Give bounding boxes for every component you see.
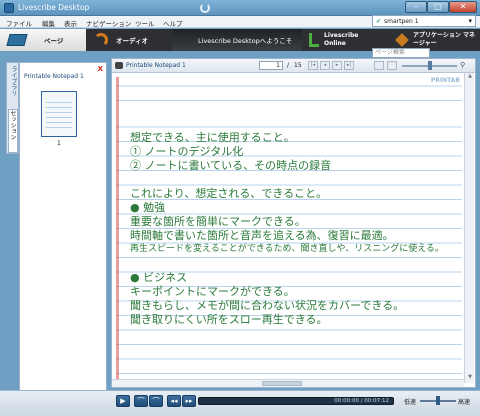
tab-online-label: Livescribe Online [324,32,359,47]
thumbnail-page-number: 1 [57,140,61,147]
horizontal-scrollbar[interactable] [112,379,464,387]
tab-session[interactable]: セッション [8,109,18,153]
fast-forward-button[interactable]: ▸▸ [182,395,196,407]
menu-help[interactable]: ヘルプ [163,18,183,28]
menu-tools[interactable]: ツール [135,18,155,28]
audio-timeline[interactable]: 00:00:00 / 00:07:12 [198,397,394,405]
tab-pages-label: ページ [44,37,64,45]
playback-speed-handle[interactable] [436,396,440,405]
title-bar: Livescribe Desktop – □ ✕ [0,0,480,16]
jump-forward-button[interactable]: ⌒ [149,395,163,407]
tab-welcome-label: Livescribe Desktopへようこそ [198,37,293,45]
notebook-page[interactable]: PRINTAB 想定できる、主に使用すること。 ① ノートのデジタル化 ② ノー… [116,77,462,379]
app-icon [4,3,14,13]
maximize-button[interactable]: □ [427,1,449,13]
page-total: 15 [294,62,302,69]
first-page-button[interactable]: |◂ [308,61,318,70]
note-line: 再生スピードを変えることができるため、聞き直しや、リスニングに使える。 [130,244,444,254]
scroll-up-icon[interactable]: ▲ [465,73,475,82]
next-page-button[interactable]: ▸ [332,61,342,70]
menu-edit[interactable]: 編集 [42,18,55,28]
viewer-notebook-name: Printable Notepad 1 [126,62,186,69]
page-viewer: Printable Notepad 1 1 / 15 |◂ ◂ ▸ ▸| ページ… [111,48,476,388]
vertical-scrollbar[interactable]: ▲ ▼ [464,73,474,383]
loading-spinner-icon [200,3,210,13]
tab-pages[interactable]: ページ [0,29,86,51]
search-input[interactable]: ページ検索 [372,48,430,58]
menu-navigation[interactable]: ナビゲーション [86,18,131,28]
tab-welcome[interactable]: Livescribe Desktopへようこそ [172,29,302,51]
page-brand: PRINTAB [430,77,460,84]
audio-time: 00:00:00 / 00:07:12 [334,398,389,404]
play-button[interactable]: ▶ [116,395,130,407]
page-thumbnail-panel: X Printable Notepad 1 1 [19,62,107,406]
notebook-icon [6,34,28,46]
side-tabs: ライブラリ セッション [6,62,19,154]
zoom-in-icon[interactable]: ⚲ [460,61,465,69]
audio-icon [94,33,108,47]
audio-playback-bar: ▶ ⌒ ⌒ ◂◂ ▸▸ 00:00:00 / 00:07:12 低速 高速 [0,390,480,416]
notebook-title: Printable Notepad 1 [24,73,84,80]
rewind-button[interactable]: ◂◂ [167,395,181,407]
scroll-down-icon[interactable]: ▼ [465,374,475,383]
jump-back-button[interactable]: ⌒ [134,395,148,407]
smartpen-select-value: smartpen 1 [384,18,419,25]
app-manager-icon [395,33,409,47]
zoom-out-button[interactable] [387,61,397,70]
note-line: ② ノートに書いている、その時点の録音 [130,159,332,172]
tab-audio[interactable]: オーディオ [86,29,172,51]
menu-file[interactable]: ファイル [6,18,32,28]
check-icon: ✔ [376,18,382,25]
speed-fast-label: 高速 [458,399,471,406]
page-margin-line [116,77,119,379]
tab-library[interactable]: ライブラリ [8,66,18,106]
note-line: 聞き取りにくい所をスロー再生できる。 [130,313,328,326]
last-page-button[interactable]: ▸| [344,61,354,70]
prev-page-button[interactable]: ◂ [320,61,330,70]
close-window-button[interactable]: ✕ [449,1,477,13]
page-separator: / [287,62,290,69]
horizontal-scroll-thumb[interactable] [262,381,302,386]
page-number-input[interactable]: 1 [259,61,283,70]
zoom-slider-handle[interactable] [428,61,432,70]
tab-audio-label: オーディオ [116,37,149,45]
online-icon [309,33,319,47]
chevron-down-icon: ▾ [468,17,472,25]
fit-page-button[interactable] [374,61,384,70]
window-title: Livescribe Desktop [18,3,90,12]
tab-apps-label: アプリケーション マネージャー [413,32,475,47]
minimize-button[interactable]: – [405,1,427,13]
speed-slow-label: 低速 [404,399,417,406]
page-thumbnail[interactable] [41,91,77,137]
viewer-toolbar: Printable Notepad 1 1 / 15 |◂ ◂ ▸ ▸| ページ… [112,48,475,73]
menu-view[interactable]: 表示 [64,18,77,28]
smartpen-select[interactable]: ✔ smartpen 1 ▾ [372,15,476,27]
close-icon[interactable]: X [98,65,103,73]
pen-icon [115,62,123,69]
